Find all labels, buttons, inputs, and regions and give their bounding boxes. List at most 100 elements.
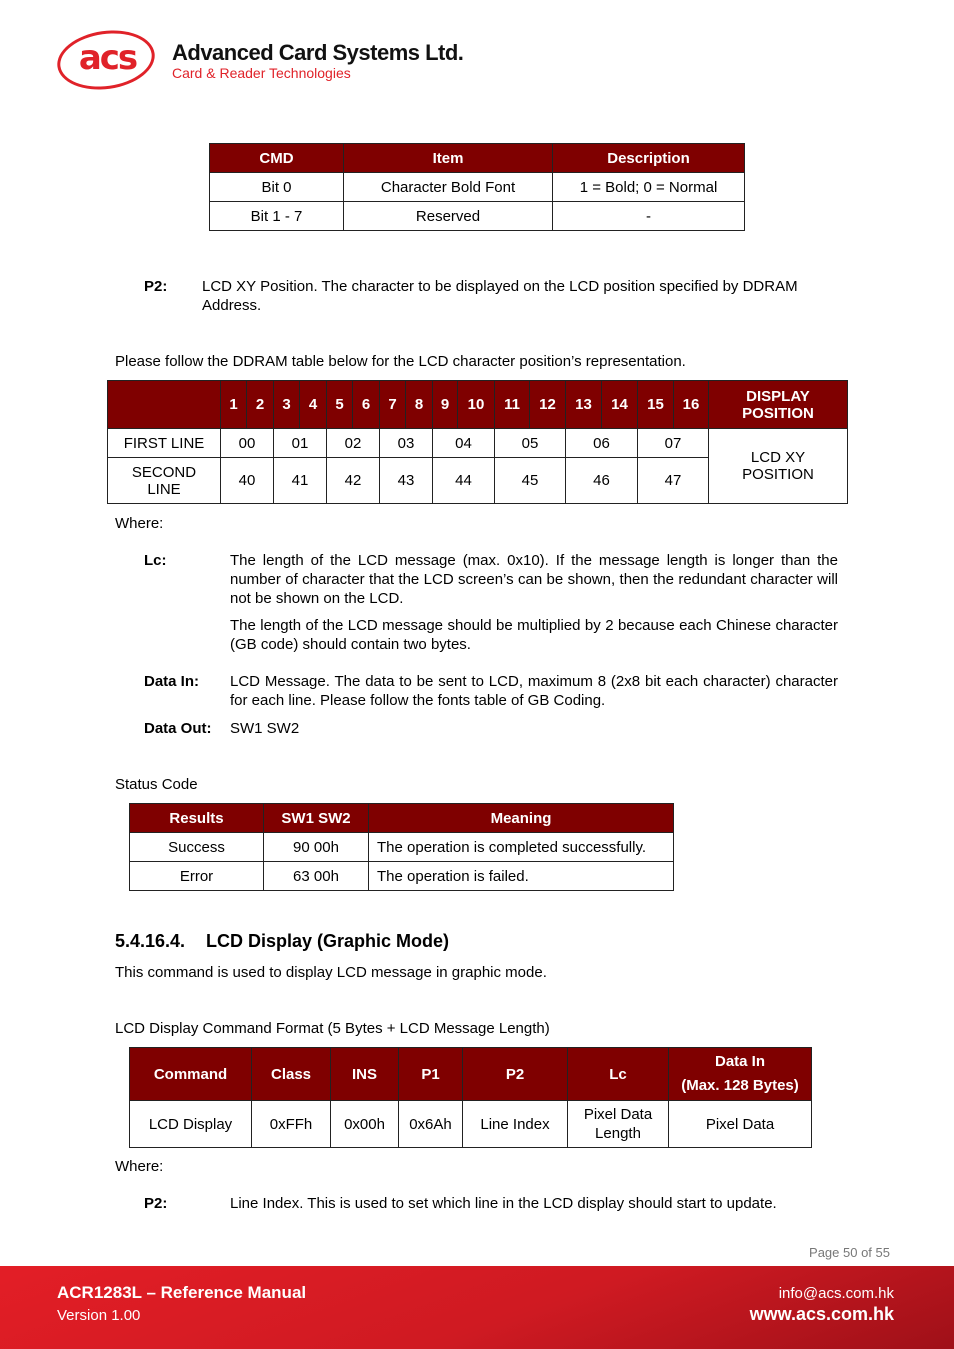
lc-label: Lc: <box>144 552 167 569</box>
footer-bar: ACR1283L – Reference Manual Version 1.00… <box>0 1266 954 1349</box>
logo-mark: acs <box>78 38 138 78</box>
table-row: Error 63 00h The operation is failed. <box>129 861 674 891</box>
cell: The operation is failed. <box>368 861 674 891</box>
cell: 41 <box>273 457 327 504</box>
col-header: 11 <box>494 380 530 429</box>
cell: 43 <box>379 457 433 504</box>
cell: Reserved <box>343 201 553 231</box>
cell: Line Index <box>462 1100 568 1148</box>
cell: Bit 1 - 7 <box>209 201 344 231</box>
data-out-description: SW1 SW2 <box>230 720 300 737</box>
cell: 00 <box>220 428 274 458</box>
data-in-header: Data In <box>714 1053 765 1070</box>
section-description: This command is used to display LCD mess… <box>115 964 547 981</box>
col-header: 10 <box>457 380 495 429</box>
cell: The operation is completed successfully. <box>368 832 674 862</box>
table-row: Success 90 00h The operation is complete… <box>129 832 674 862</box>
cell: 01 <box>273 428 327 458</box>
cell: Character Bold Font <box>343 172 553 202</box>
p2-description: LCD XY Position. The character to be dis… <box>202 278 798 314</box>
col-header: 12 <box>529 380 566 429</box>
col-header: 3 <box>273 380 300 429</box>
data-out-label: Data Out: <box>144 720 212 737</box>
cell: 0x6Ah <box>398 1100 463 1148</box>
lc-note: The length of the LCD message should be … <box>230 617 838 653</box>
cell: 44 <box>432 457 495 504</box>
corner-header <box>107 380 221 429</box>
display-position-value: LCD XY POSITION <box>708 428 848 504</box>
col-header: 7 <box>379 380 406 429</box>
col-header: 13 <box>565 380 602 429</box>
cell: - <box>552 201 745 231</box>
where-label: Where: <box>115 1158 164 1175</box>
table-row: FIRST LINE 00 01 02 03 04 05 06 07 LCD X… <box>107 428 848 504</box>
table-row: Bit 0 Character Bold Font 1 = Bold; 0 = … <box>209 172 745 202</box>
cell: 42 <box>326 457 380 504</box>
data-in-description: LCD Message. The data to be sent to LCD,… <box>230 673 838 709</box>
section-title: LCD Display (Graphic Mode) <box>206 931 450 951</box>
website-link[interactable]: www.acs.com.hk <box>750 1304 894 1325</box>
cell: 0x00h <box>330 1100 399 1148</box>
cell: 04 <box>432 428 495 458</box>
ddram-intro: Please follow the DDRAM table below for … <box>115 353 686 370</box>
p2-graphic-label: P2: <box>144 1195 168 1212</box>
cell: 45 <box>494 457 566 504</box>
col-header: 6 <box>352 380 380 429</box>
cell: 06 <box>565 428 638 458</box>
ddram-table: 1 2 3 4 5 6 7 8 9 10 11 12 13 14 15 16 D… <box>107 380 848 504</box>
p2-graphic-description: Line Index. This is used to set which li… <box>230 1195 777 1212</box>
cell: 90 00h <box>263 832 369 862</box>
contact-email[interactable]: info@acs.com.hk <box>779 1285 894 1302</box>
col-header: 8 <box>405 380 433 429</box>
col-header: Command <box>129 1047 252 1101</box>
cell: 1 = Bold; 0 = Normal <box>552 172 745 202</box>
row-label: FIRST LINE <box>107 428 221 458</box>
table-row: LCD Display 0xFFh 0x00h 0x6Ah Line Index… <box>129 1100 812 1148</box>
col-header: SW1 SW2 <box>263 803 369 833</box>
col-header: 9 <box>432 380 458 429</box>
cell: Success <box>129 832 264 862</box>
company-tagline: Card & Reader Technologies <box>172 65 351 81</box>
cell: 63 00h <box>263 861 369 891</box>
col-header: Description <box>552 143 745 173</box>
col-header: Item <box>343 143 553 173</box>
company-name: Advanced Card Systems Ltd. <box>172 40 464 65</box>
p2-label: P2: <box>144 278 168 295</box>
col-header: 16 <box>673 380 709 429</box>
col-header: 1 <box>220 380 247 429</box>
section-number: 5.4.16.4. <box>115 931 186 951</box>
col-header: Lc <box>567 1047 669 1101</box>
cell: Pixel Data Length <box>567 1100 669 1148</box>
col-header: Results <box>129 803 264 833</box>
page-number: Page 50 of 55 <box>809 1245 890 1260</box>
col-header: INS <box>330 1047 399 1101</box>
col-header: Class <box>251 1047 331 1101</box>
lc-description: The length of the LCD message (max. 0x10… <box>230 552 838 607</box>
status-code-title: Status Code <box>115 776 198 793</box>
document-title: ACR1283L – Reference Manual <box>57 1283 307 1302</box>
cell: 05 <box>494 428 566 458</box>
table-row: Bit 1 - 7 Reserved - <box>209 201 745 231</box>
data-in-label: Data In: <box>144 673 200 690</box>
col-header: P1 <box>398 1047 463 1101</box>
col-header: 14 <box>601 380 638 429</box>
col-header: Meaning <box>368 803 674 833</box>
status-table: Results SW1 SW2 Meaning Success 90 00h T… <box>129 803 674 891</box>
col-header: 15 <box>637 380 674 429</box>
col-header-data-in: Data In (Max. 128 Bytes) <box>668 1047 812 1101</box>
cell: 0xFFh <box>251 1100 331 1148</box>
cell: 02 <box>326 428 380 458</box>
cell: LCD Display <box>129 1100 252 1148</box>
col-header: 2 <box>246 380 274 429</box>
cell: 46 <box>565 457 638 504</box>
cell: Bit 0 <box>209 172 344 202</box>
cell: 03 <box>379 428 433 458</box>
cell: 07 <box>637 428 709 458</box>
display-position-header: DISPLAY POSITION <box>708 380 848 429</box>
col-header: 5 <box>326 380 353 429</box>
cmd-bit-table: CMD Item Description Bit 0 Character Bol… <box>209 143 745 231</box>
cell: 40 <box>220 457 274 504</box>
document-version: Version 1.00 <box>57 1307 141 1324</box>
format-title: LCD Display Command Format (5 Bytes + LC… <box>115 1020 550 1037</box>
col-header: CMD <box>209 143 344 173</box>
